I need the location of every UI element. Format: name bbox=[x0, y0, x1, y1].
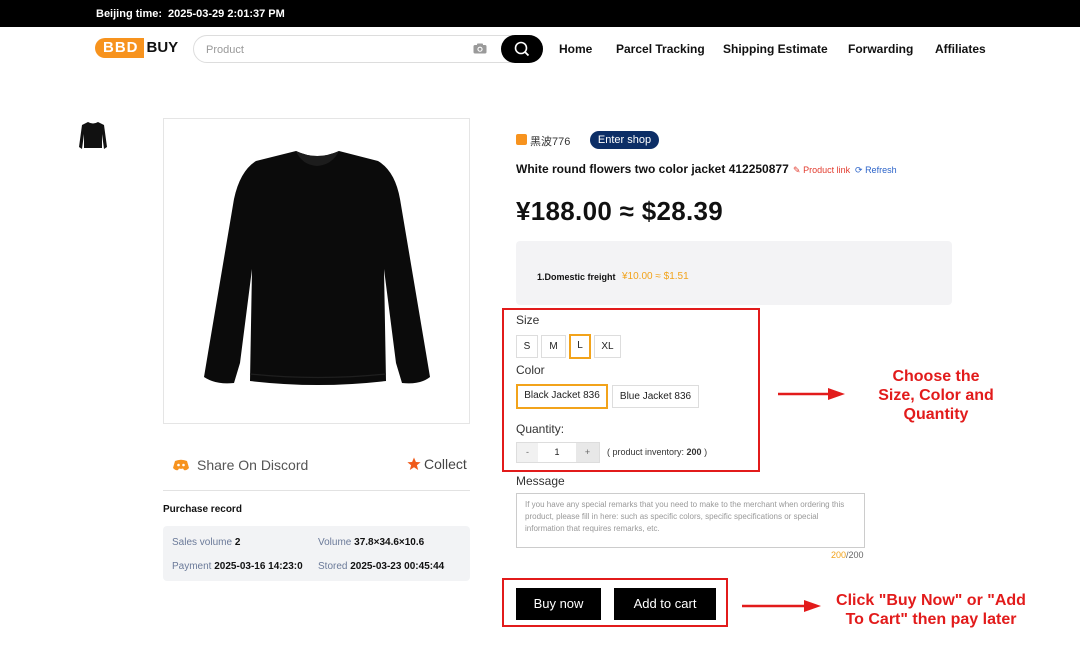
refresh-label: Refresh bbox=[865, 165, 897, 175]
annotation-click-line2: To Cart" then pay later bbox=[845, 611, 1017, 628]
quantity-increment-button[interactable]: + bbox=[576, 443, 599, 462]
beijing-time-label: Beijing time: bbox=[96, 8, 163, 20]
volume: Volume 37.8×34.6×10.6 bbox=[318, 537, 424, 548]
product-thumbnail[interactable] bbox=[78, 120, 108, 152]
camera-icon[interactable] bbox=[473, 43, 487, 54]
nav-forwarding[interactable]: Forwarding bbox=[848, 42, 913, 56]
logo-buy: BUY bbox=[146, 39, 179, 56]
annotation-choose-options: Choose the Size, Color and Quantity bbox=[856, 367, 1016, 424]
inventory-suffix: ) bbox=[701, 447, 708, 457]
enter-shop-button[interactable]: Enter shop bbox=[590, 131, 659, 149]
star-icon bbox=[407, 457, 421, 470]
product-main-image bbox=[163, 118, 470, 424]
collect-label: Collect bbox=[424, 456, 467, 472]
annotation-choose-line3: Quantity bbox=[903, 406, 969, 423]
stored-label: Stored bbox=[318, 561, 348, 572]
arrow-icon bbox=[778, 388, 845, 400]
freight-box: 1.Domestic freight ¥10.00 ≈ $1.51 bbox=[516, 241, 952, 305]
quantity-stepper: - 1 + bbox=[516, 442, 600, 463]
product-title: White round flowers two color jacket 412… bbox=[516, 162, 789, 176]
stored: Stored 2025-03-23 00:45:44 bbox=[318, 561, 444, 572]
refresh-icon: ⟳ bbox=[855, 165, 863, 175]
annotation-choose-line1: Choose the bbox=[892, 368, 980, 385]
product-inventory: ( product inventory: 200 ) bbox=[607, 447, 707, 457]
payment-label: Payment bbox=[172, 561, 212, 572]
product-link[interactable]: ✎ Product link bbox=[793, 165, 850, 176]
sales-volume-value: 2 bbox=[234, 537, 241, 548]
inventory-value: 200 bbox=[686, 447, 702, 457]
inventory-prefix: ( product inventory: bbox=[607, 447, 687, 457]
top-bar: Beijing time: 2025-03-29 2:01:37 PM bbox=[0, 0, 1080, 27]
annotation-click-line1: Click "Buy Now" or "Add bbox=[836, 592, 1026, 609]
search-bar bbox=[193, 35, 543, 63]
quantity-decrement-button[interactable]: - bbox=[517, 443, 538, 462]
discord-icon bbox=[173, 459, 189, 471]
message-label: Message bbox=[516, 474, 565, 488]
char-count-current: 200 bbox=[831, 550, 847, 560]
search-input[interactable] bbox=[206, 41, 456, 58]
volume-value: 37.8×34.6×10.6 bbox=[354, 537, 425, 548]
size-label: Size bbox=[516, 313, 540, 327]
quantity-label: Quantity: bbox=[516, 422, 565, 436]
refresh-link[interactable]: ⟳ Refresh bbox=[855, 165, 897, 176]
search-button[interactable] bbox=[501, 35, 543, 63]
shop-name[interactable]: 黑波776 bbox=[530, 133, 570, 149]
size-option-m[interactable]: M bbox=[541, 335, 566, 358]
product-link-label: Product link bbox=[803, 165, 851, 175]
divider bbox=[163, 490, 470, 491]
sweater-image bbox=[204, 151, 430, 385]
add-to-cart-button[interactable]: Add to cart bbox=[614, 588, 716, 620]
annotation-click-buttons: Click "Buy Now" or "Add To Cart" then pa… bbox=[822, 591, 1040, 629]
nav-shipping-estimate[interactable]: Shipping Estimate bbox=[723, 42, 828, 56]
purchase-record-box: Sales volume 2 Volume 37.8×34.6×10.6 Pay… bbox=[163, 526, 470, 581]
logo-bbd: BBD bbox=[95, 38, 144, 58]
share-discord-label: Share On Discord bbox=[197, 457, 309, 473]
sales-volume: Sales volume 2 bbox=[172, 537, 240, 548]
nav-affiliates[interactable]: Affiliates bbox=[935, 42, 986, 56]
color-option-blue[interactable]: Blue Jacket 836 bbox=[612, 385, 699, 408]
freight-label: 1.Domestic freight bbox=[537, 272, 616, 282]
size-option-s[interactable]: S bbox=[516, 335, 538, 358]
color-option-black[interactable]: Black Jacket 836 bbox=[516, 384, 608, 409]
link-icon: ✎ bbox=[793, 165, 801, 175]
nav-parcel-tracking[interactable]: Parcel Tracking bbox=[616, 42, 705, 56]
volume-label: Volume bbox=[318, 537, 352, 548]
stored-value: 2025-03-23 00:45:44 bbox=[350, 561, 445, 572]
arrow-icon bbox=[742, 600, 821, 612]
payment-value: 2025-03-16 14:23:0 bbox=[214, 561, 303, 572]
message-field[interactable] bbox=[516, 493, 865, 548]
size-option-l[interactable]: L bbox=[569, 334, 591, 359]
share-discord-button[interactable]: Share On Discord bbox=[173, 457, 308, 473]
search-icon bbox=[514, 41, 530, 57]
beijing-time-value: 2025-03-29 2:01:37 PM bbox=[168, 8, 285, 20]
purchase-record-title: Purchase record bbox=[163, 504, 242, 515]
color-label: Color bbox=[516, 363, 545, 377]
message-char-count: 200/200 bbox=[831, 550, 864, 560]
annotation-choose-line2: Size, Color and bbox=[878, 387, 994, 404]
quantity-input[interactable]: 1 bbox=[538, 443, 576, 462]
bbdbuy-logo[interactable]: BBD BUY bbox=[95, 38, 178, 58]
freight-value: ¥10.00 ≈ $1.51 bbox=[622, 271, 689, 282]
sales-volume-label: Sales volume bbox=[172, 537, 233, 548]
shop-icon bbox=[516, 134, 527, 145]
product-price: ¥188.00 ≈ $28.39 bbox=[516, 196, 724, 226]
payment: Payment 2025-03-16 14:23:0 bbox=[172, 561, 303, 572]
size-option-xl[interactable]: XL bbox=[594, 335, 621, 358]
char-count-max: /200 bbox=[846, 550, 864, 560]
collect-button[interactable]: Collect bbox=[407, 456, 467, 472]
buy-now-button[interactable]: Buy now bbox=[516, 588, 601, 620]
nav-home[interactable]: Home bbox=[559, 42, 592, 56]
